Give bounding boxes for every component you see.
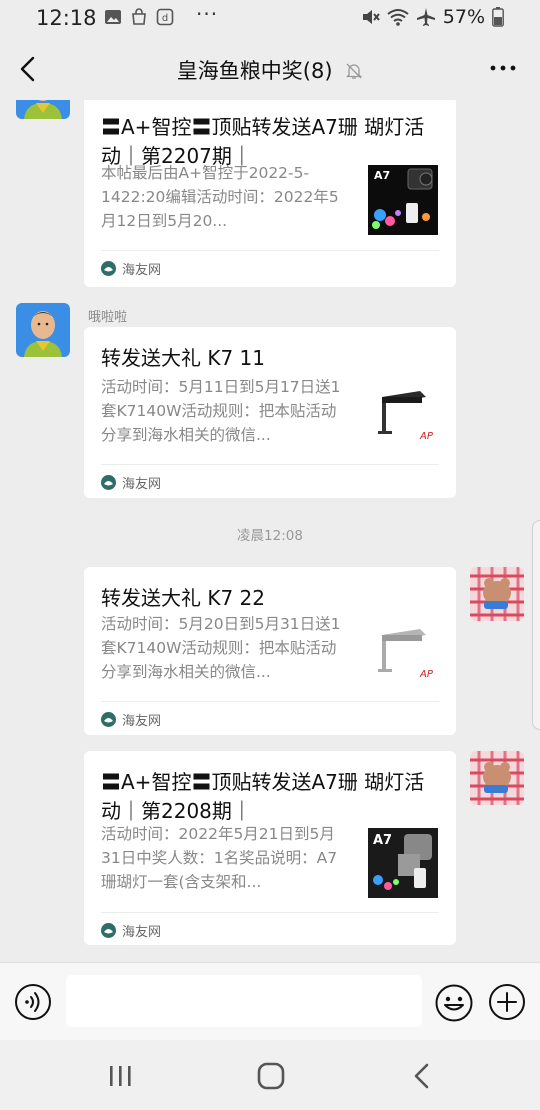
battery-icon: [492, 7, 504, 27]
notification-icons: d: [104, 8, 174, 26]
status-bar: 12:18 d ··· 57%: [0, 0, 540, 38]
card-divider: [101, 912, 439, 913]
scroll-handle[interactable]: [532, 520, 540, 730]
chat-title: 皇海鱼粮中奖(8): [176, 59, 333, 83]
source-logo-icon: [101, 712, 116, 727]
thumb-label: A7: [373, 833, 392, 848]
card-description: 活动时间：2022年5月21日到5月31日中奖人数：1名奖品说明：A7珊瑚灯一套…: [101, 825, 338, 891]
home-button[interactable]: [255, 1060, 287, 1092]
card-source: 海友网: [101, 710, 161, 729]
bag-icon: [132, 8, 146, 25]
avatar[interactable]: [16, 100, 70, 119]
mute-icon: [362, 10, 380, 24]
card-description: 活动时间：5月20日到5月31日送1套K7140W活动规则：把本贴活动分享到海水…: [101, 615, 341, 681]
airplane-icon: [416, 8, 435, 26]
recent-apps-button[interactable]: [104, 1062, 136, 1090]
link-card[interactable]: 〓A+智控〓顶贴转发送A7珊 瑚灯活动｜第2208期｜ 活动时间：2022年5月…: [84, 751, 456, 945]
avatar-image: [16, 303, 70, 357]
card-title: 〓A+智控〓顶贴转发送A7珊 瑚灯活动｜第2208期｜: [101, 770, 425, 823]
avatar-image: [16, 100, 70, 119]
avatar-image: [470, 567, 524, 621]
gallery-icon: [105, 10, 121, 24]
nav-back-button[interactable]: [408, 1060, 436, 1092]
my-avatar[interactable]: [470, 751, 524, 805]
card-thumbnail: AP: [368, 617, 438, 687]
sender-name: 哦啦啦: [88, 310, 128, 325]
status-more-icon: ···: [196, 2, 219, 26]
source-logo-icon: [101, 475, 116, 490]
system-nav-bar: [0, 1040, 540, 1110]
more-functions-button[interactable]: [488, 983, 526, 1021]
card-divider: [101, 464, 439, 465]
source-logo-icon: [101, 923, 116, 938]
card-description: 活动时间：5月11日到5月17日送1套K7140W活动规则：把本贴活动分享到海水…: [101, 378, 341, 444]
source-name: 海友网: [122, 714, 162, 729]
thumb-label: AP: [419, 669, 434, 680]
card-description: 本帖最后由A+智控于2022-5-1422:20编辑活动时间：2022年5月12…: [101, 164, 339, 230]
system-status: 57%: [360, 6, 504, 28]
svg-text:d: d: [162, 13, 168, 24]
status-time: 12:18: [36, 6, 97, 30]
timestamp: 凌晨12:08: [237, 528, 303, 544]
wifi-icon: [387, 9, 409, 26]
card-source: 海友网: [101, 259, 161, 278]
source-logo-icon: [101, 261, 116, 276]
chat-messages[interactable]: 〓A+智控〓顶贴转发送A7珊 瑚灯活动｜第2207期｜ 本帖最后由A+智控于20…: [0, 100, 540, 962]
message-input[interactable]: [66, 975, 422, 1027]
more-options-button[interactable]: [488, 56, 518, 80]
link-card[interactable]: 转发送大礼 K7 11 活动时间：5月11日到5月17日送1套K7140W活动规…: [84, 327, 456, 498]
card-thumbnail: A7: [368, 828, 438, 898]
chat-title-area: 皇海鱼粮中奖(8): [0, 55, 540, 85]
card-thumbnail: AP: [368, 379, 438, 449]
avatar[interactable]: [16, 303, 70, 357]
card-source: 海友网: [101, 921, 161, 940]
chat-header: 皇海鱼粮中奖(8): [0, 38, 540, 100]
thumb-label: AP: [419, 431, 434, 442]
link-card[interactable]: 转发送大礼 K7 22 活动时间：5月20日到5月31日送1套K7140W活动规…: [84, 567, 456, 735]
card-divider: [101, 701, 439, 702]
battery-percent: 57%: [442, 6, 485, 28]
card-title: 转发送大礼 K7 22: [101, 586, 266, 610]
card-title: 转发送大礼 K7 11: [101, 346, 266, 370]
thumb-label: A7: [374, 169, 390, 182]
source-name: 海友网: [122, 477, 162, 492]
input-bar: [0, 962, 540, 1040]
d-app-icon: d: [156, 8, 174, 26]
mute-bell-icon: [346, 63, 363, 79]
voice-input-button[interactable]: [14, 983, 52, 1021]
avatar-image: [470, 751, 524, 805]
my-avatar[interactable]: [470, 567, 524, 621]
card-divider: [101, 250, 439, 251]
emoji-button[interactable]: [434, 983, 474, 1023]
card-thumbnail: A7: [368, 165, 438, 235]
link-card[interactable]: 〓A+智控〓顶贴转发送A7珊 瑚灯活动｜第2207期｜ 本帖最后由A+智控于20…: [84, 100, 456, 287]
source-name: 海友网: [122, 925, 162, 940]
card-source: 海友网: [101, 473, 161, 492]
source-name: 海友网: [122, 263, 162, 278]
